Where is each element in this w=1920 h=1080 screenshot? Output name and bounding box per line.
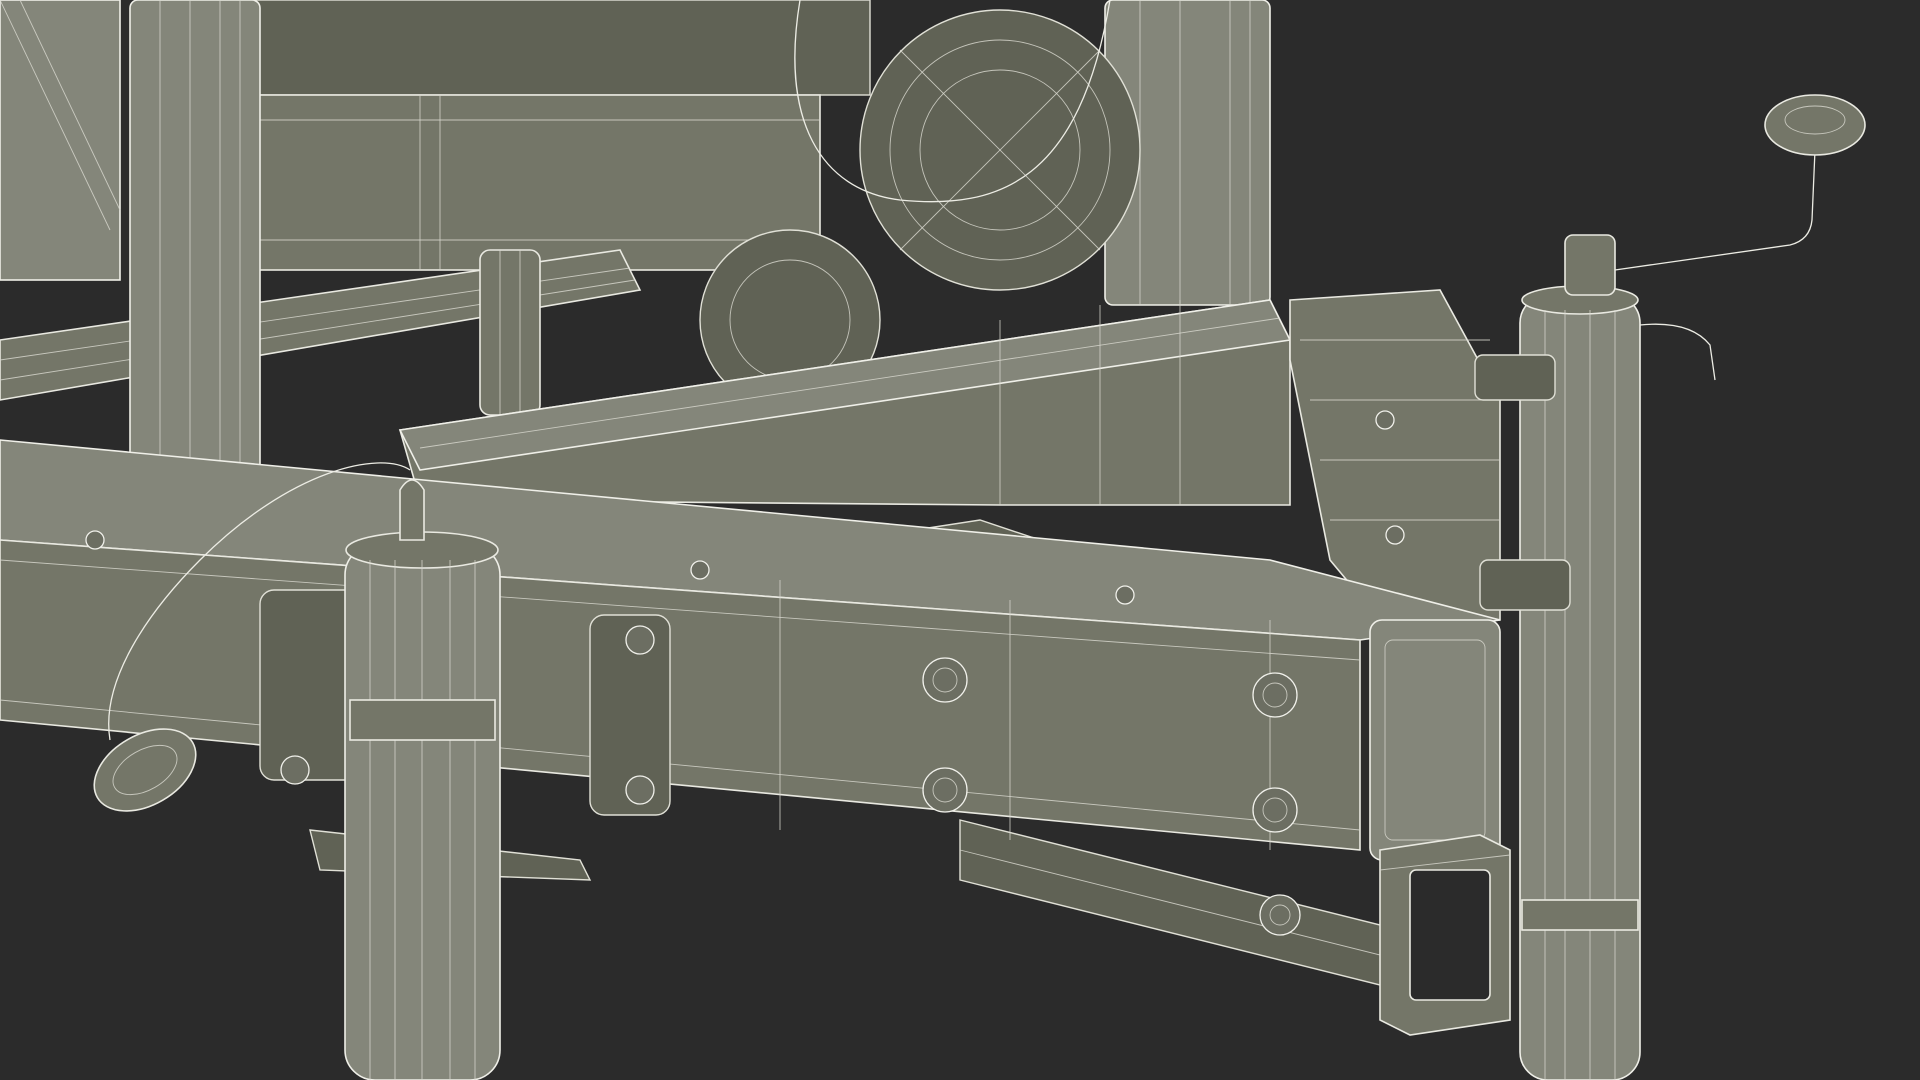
jack-stand-left [344,479,501,1080]
bolt-head [1252,672,1298,718]
frame-post-left [129,0,261,481]
bolt-head [922,767,968,813]
bolt-head [922,657,968,703]
bolt-head [1259,894,1301,936]
bolt-head [1252,787,1298,833]
hitch-receiver [1379,834,1511,1036]
wireframe-render [0,0,1866,1080]
a-frame-right-arm [1289,289,1501,621]
